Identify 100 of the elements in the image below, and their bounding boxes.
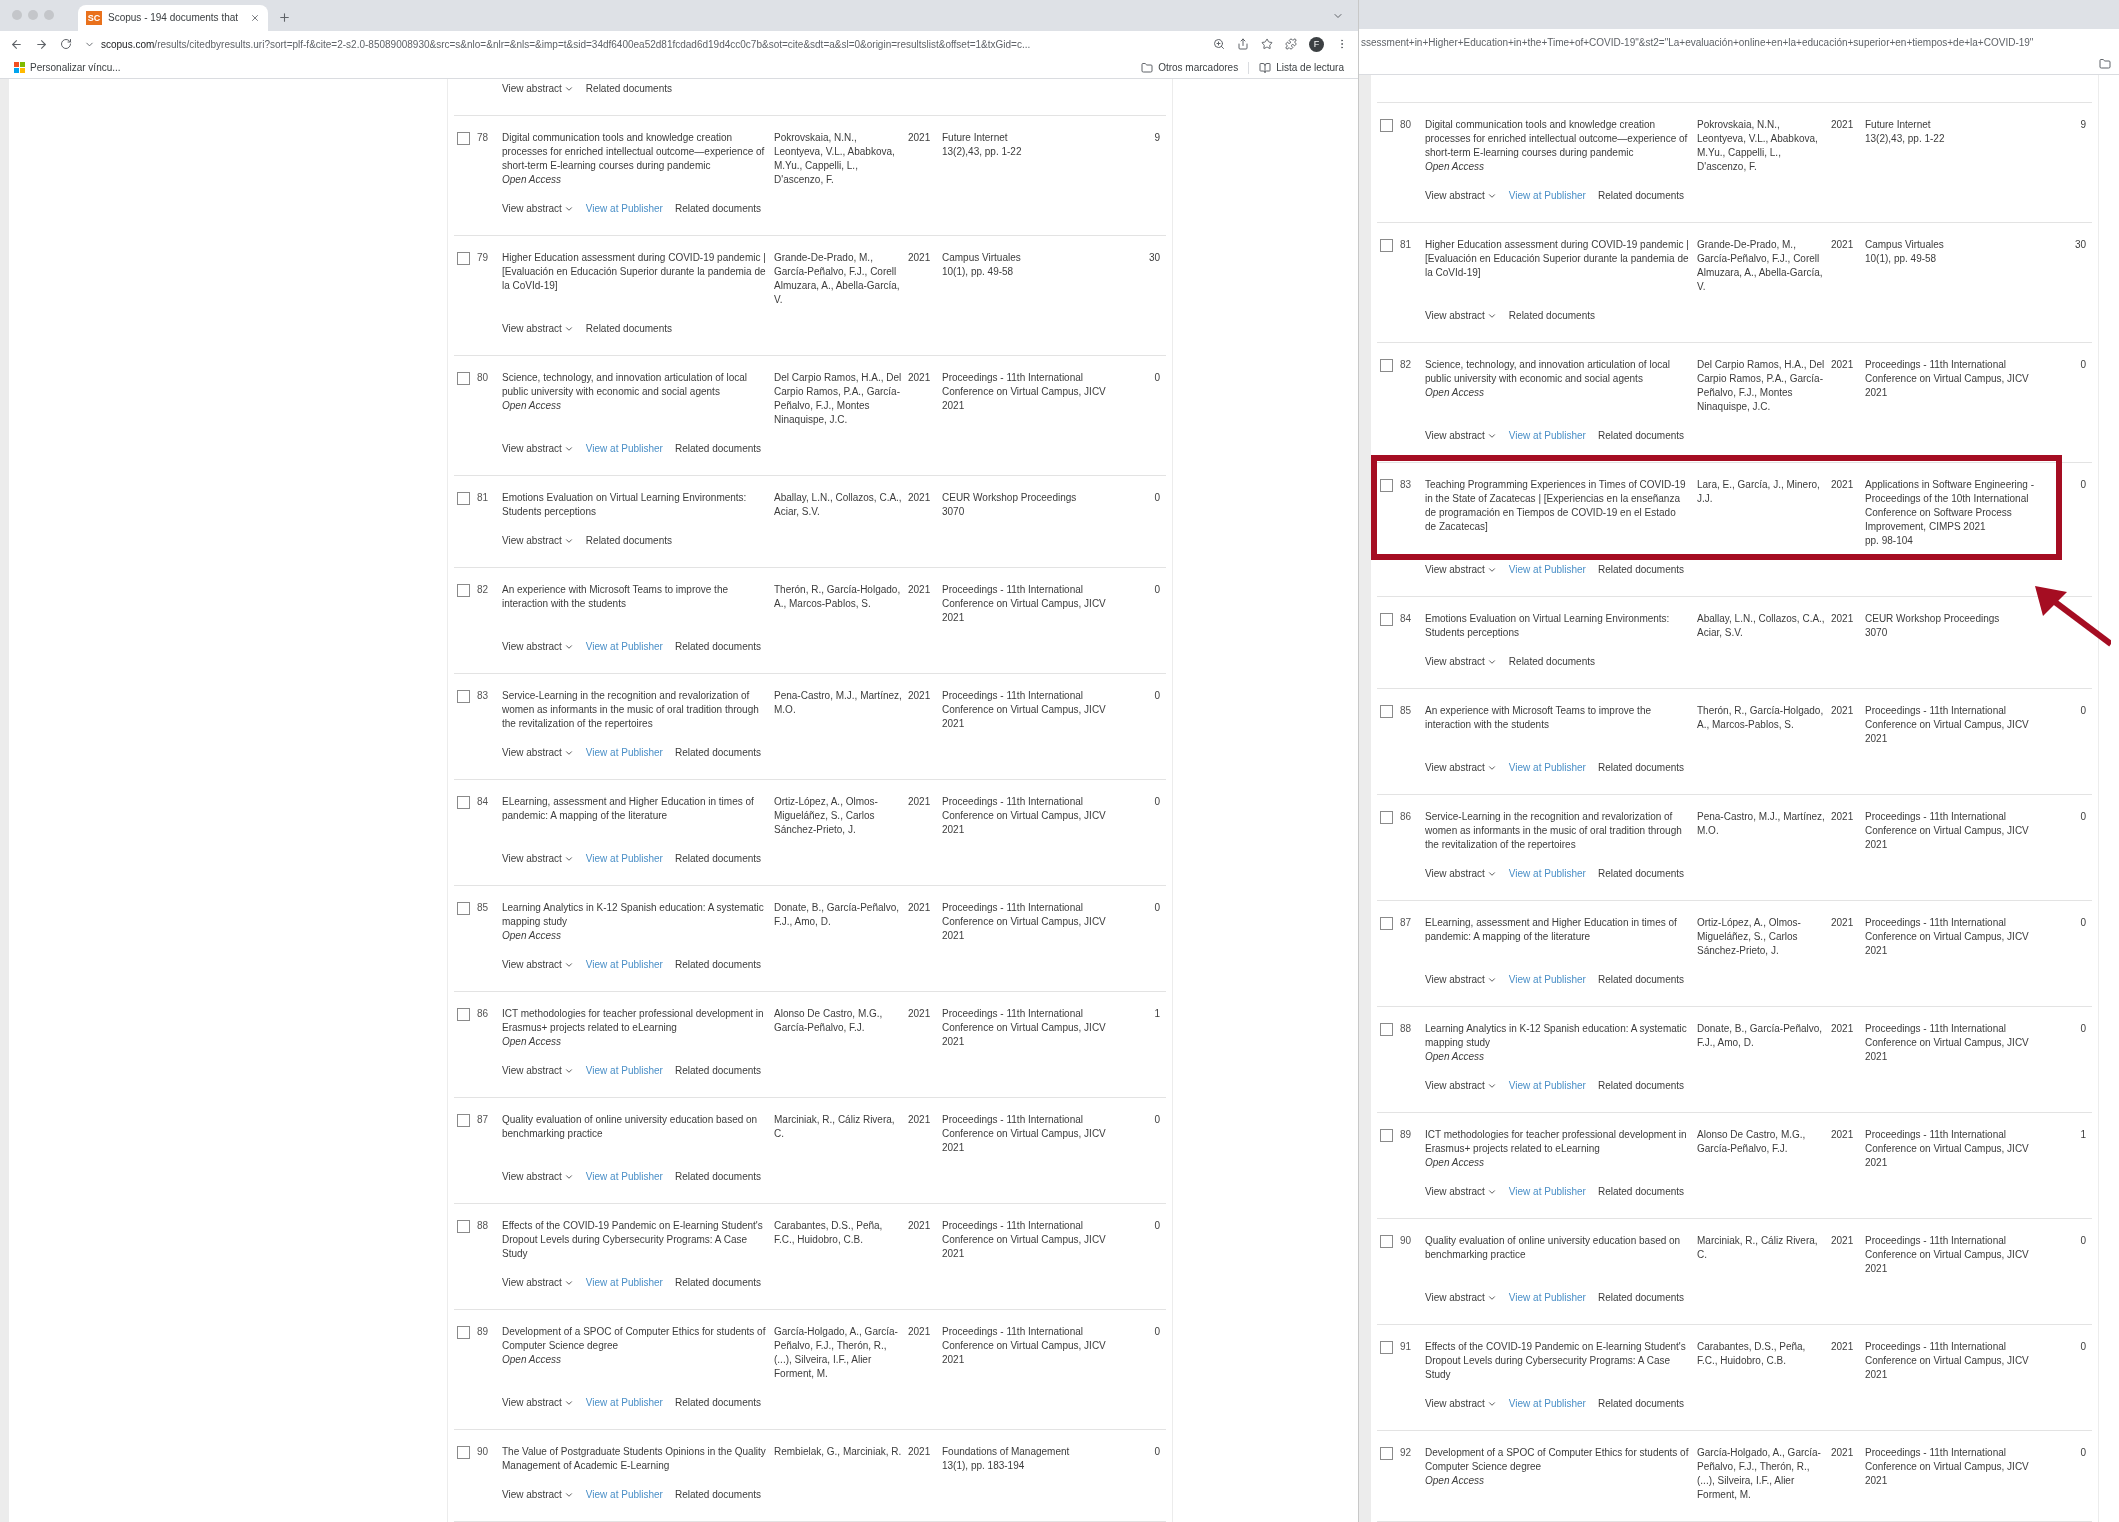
related-documents-link[interactable]: Related documents [674,1170,762,1184]
bookmark-item[interactable]: Otros marcadores [1141,60,1239,76]
related-documents-link[interactable]: Related documents [1597,563,1685,577]
document-title[interactable]: Development of a SPOC of Computer Ethics for students of Computer Science degree [1425,1446,1689,1474]
view-abstract-toggle[interactable]: View abstract [502,82,574,96]
address-bar[interactable]: scopus.com/results/citedbyresults.uri?sort=plf-f&cite=2-s2.0-85089008930&src=s&nlo=&nlr=&nls=&imp=t&sid=34df6400ea52d81fcdad6d19d4cc0c7b&sot=cite&sdt=a&sl=0&origin=resultslist&offset=1&txGid=c... [84,36,1201,52]
document-title[interactable]: Emotions Evaluation on Virtual Learning Environments: Students perceptions [502,491,766,519]
related-documents-link[interactable]: Related documents [1508,655,1595,669]
view-at-publisher-link[interactable]: View at Publisher [1508,563,1586,577]
bookmark-item[interactable]: Lista de lectura [1259,60,1344,76]
folder-icon[interactable] [2099,58,2111,71]
view-at-publisher-link[interactable]: View at Publisher [1508,1397,1586,1411]
related-documents-link[interactable]: Related documents [674,202,762,216]
select-checkbox[interactable] [457,902,470,915]
view-at-publisher-link[interactable]: View at Publisher [1508,867,1586,881]
related-documents-link[interactable]: Related documents [1597,429,1685,443]
view-at-publisher-link[interactable]: View at Publisher [585,958,663,972]
zoom-icon[interactable] [1213,38,1225,51]
document-title[interactable]: Digital communication tools and knowledge creation processes for enriched intellectual outcome—experience of short-term E-learning courses during pandemic [502,131,766,173]
document-title[interactable]: ELearning, assessment and Higher Education in times of pandemic: A mapping of the literature [502,795,766,823]
document-title[interactable]: Science, technology, and innovation articulation of local public university with economic and social agents [1425,358,1689,386]
document-title[interactable]: Quality evaluation of online university education based on benchmarking practice [502,1113,766,1141]
view-at-publisher-link[interactable]: View at Publisher [585,1488,663,1502]
select-checkbox[interactable] [457,1114,470,1127]
select-checkbox[interactable] [457,690,470,703]
view-abstract-toggle[interactable]: View abstract [1425,761,1497,775]
view-abstract-toggle[interactable]: View abstract [502,1276,574,1290]
view-abstract-toggle[interactable]: View abstract [1425,309,1497,323]
view-at-publisher-link[interactable]: View at Publisher [1508,429,1586,443]
view-abstract-toggle[interactable]: View abstract [1425,1079,1497,1093]
new-tab-icon[interactable] [278,10,291,24]
related-documents-link[interactable]: Related documents [1597,1185,1685,1199]
document-title[interactable]: Quality evaluation of online university education based on benchmarking practice [1425,1234,1689,1262]
view-abstract-toggle[interactable]: View abstract [1425,429,1497,443]
reload-icon[interactable] [60,38,72,51]
document-title[interactable]: Emotions Evaluation on Virtual Learning Environments: Students perceptions [1425,612,1689,640]
view-at-publisher-link[interactable]: View at Publisher [585,640,663,654]
document-title[interactable]: An experience with Microsoft Teams to improve the interaction with the students [1425,704,1689,732]
related-documents-link[interactable]: Related documents [674,1488,762,1502]
document-title[interactable]: ICT methodologies for teacher professional development in Erasmus+ projects related to eLearning [1425,1128,1689,1156]
related-documents-link[interactable]: Related documents [674,1276,762,1290]
document-title[interactable]: Higher Education assessment during COVID-19 pandemic | [Evaluación en Educación Superior durante la pandemia de la CoVId-19] [502,251,766,293]
related-documents-link[interactable]: Related documents [1597,761,1685,775]
select-checkbox[interactable] [457,796,470,809]
related-documents-link[interactable]: Related documents [674,442,762,456]
bookmark-item[interactable]: Personalizar víncu... [14,60,121,76]
view-at-publisher-link[interactable]: View at Publisher [1508,1185,1586,1199]
select-checkbox[interactable] [1380,479,1393,492]
view-abstract-toggle[interactable]: View abstract [1425,563,1497,577]
document-title[interactable]: Service-Learning in the recognition and revalorization of women as informants in the music of oral tradition through the revitalization of the repertoires [1425,810,1689,852]
view-abstract-toggle[interactable]: View abstract [1425,1291,1497,1305]
select-checkbox[interactable] [457,1446,470,1459]
related-documents-link[interactable]: Related documents [1597,1397,1685,1411]
select-checkbox[interactable] [457,1326,470,1339]
document-title[interactable]: ELearning, assessment and Higher Education in times of pandemic: A mapping of the literature [1425,916,1689,944]
select-checkbox[interactable] [1380,1235,1393,1248]
view-abstract-toggle[interactable]: View abstract [1425,1397,1497,1411]
view-abstract-toggle[interactable]: View abstract [502,1170,574,1184]
view-abstract-toggle[interactable]: View abstract [1425,655,1497,669]
related-documents-link[interactable]: Related documents [1597,189,1685,203]
view-abstract-toggle[interactable]: View abstract [502,1396,574,1410]
select-checkbox[interactable] [457,132,470,145]
view-at-publisher-link[interactable]: View at Publisher [585,442,663,456]
select-checkbox[interactable] [1380,705,1393,718]
forward-icon[interactable] [35,37,48,51]
related-documents-link[interactable]: Related documents [1597,973,1685,987]
related-documents-link[interactable]: Related documents [585,534,672,548]
document-title[interactable]: Science, technology, and innovation articulation of local public university with economic and social agents [502,371,766,399]
browser-tab[interactable]: SC Scopus - 194 documents that [78,4,268,31]
view-abstract-toggle[interactable]: View abstract [502,746,574,760]
view-at-publisher-link[interactable]: View at Publisher [1508,189,1586,203]
document-title[interactable]: Higher Education assessment during COVID-19 pandemic | [Evaluación en Educación Superior durante la pandemia de la CoVId-19] [1425,238,1689,280]
view-at-publisher-link[interactable]: View at Publisher [585,1276,663,1290]
select-checkbox[interactable] [457,1008,470,1021]
document-title[interactable]: ICT methodologies for teacher professional development in Erasmus+ projects related to eLearning [502,1007,766,1035]
related-documents-link[interactable]: Related documents [674,746,762,760]
view-abstract-toggle[interactable]: View abstract [502,1064,574,1078]
select-checkbox[interactable] [457,252,470,265]
select-checkbox[interactable] [457,492,470,505]
select-checkbox[interactable] [1380,917,1393,930]
document-title[interactable]: Digital communication tools and knowledge creation processes for enriched intellectual outcome—experience of short-term E-learning courses during pandemic [1425,118,1689,160]
select-checkbox[interactable] [1380,1341,1393,1354]
document-title[interactable]: Effects of the COVID-19 Pandemic on E-learning Student's Dropout Levels during Cybersecurity Programs: A Case Study [1425,1340,1689,1382]
view-abstract-toggle[interactable]: View abstract [502,640,574,654]
view-abstract-toggle[interactable]: View abstract [502,322,574,336]
related-documents-link[interactable]: Related documents [1597,1079,1685,1093]
select-checkbox[interactable] [1380,359,1393,372]
view-abstract-toggle[interactable]: View abstract [502,852,574,866]
view-at-publisher-link[interactable]: View at Publisher [585,852,663,866]
related-documents-link[interactable]: Related documents [674,852,762,866]
select-checkbox[interactable] [457,372,470,385]
select-checkbox[interactable] [1380,119,1393,132]
view-at-publisher-link[interactable]: View at Publisher [585,1170,663,1184]
view-at-publisher-link[interactable]: View at Publisher [1508,1079,1586,1093]
document-title[interactable]: The Value of Postgraduate Students Opinions in the Quality Management of Academic E-Learning [502,1445,766,1473]
related-documents-link[interactable]: Related documents [674,958,762,972]
back-icon[interactable] [10,37,23,51]
view-abstract-toggle[interactable]: View abstract [502,442,574,456]
share-icon[interactable] [1237,38,1249,51]
related-documents-link[interactable]: Related documents [674,640,762,654]
